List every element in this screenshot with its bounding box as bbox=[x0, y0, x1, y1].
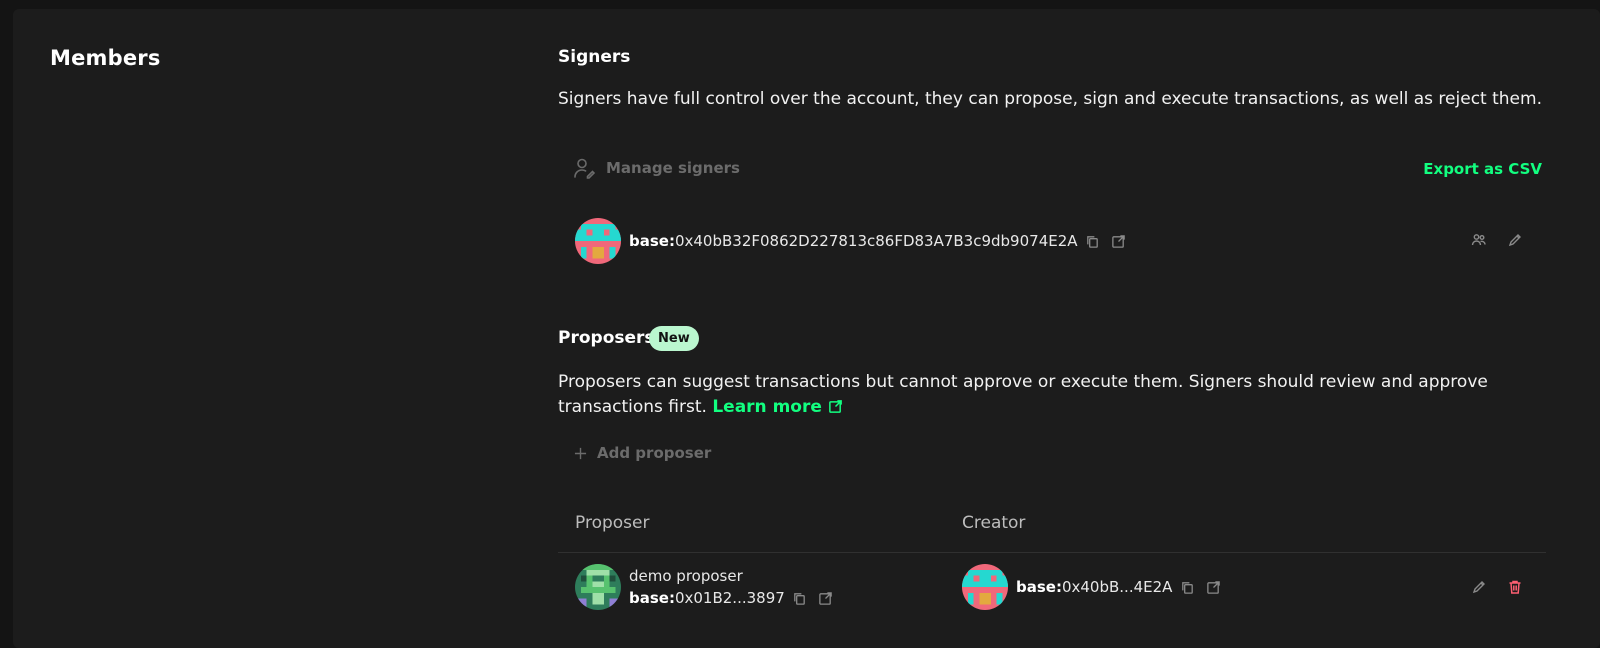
export-csv-link[interactable]: Export as CSV bbox=[1423, 160, 1542, 178]
learn-more-label: Learn more bbox=[712, 397, 822, 417]
creator-address: base:0x40bB...4E2A bbox=[1016, 578, 1172, 596]
column-header-proposer: Proposer bbox=[575, 513, 650, 533]
creator-address-value: 0x40bB...4E2A bbox=[1061, 578, 1173, 596]
edit-icon[interactable] bbox=[1470, 578, 1488, 596]
avatar bbox=[962, 564, 1008, 610]
signer-row: base:0x40bB32F0862D227813c86FD83A7B3c9db… bbox=[575, 218, 1128, 264]
proposer-chain: base: bbox=[629, 589, 675, 607]
edit-icon[interactable] bbox=[1506, 231, 1524, 249]
signer-chain: base: bbox=[629, 232, 675, 250]
copy-icon[interactable] bbox=[1084, 232, 1102, 250]
trash-icon[interactable] bbox=[1506, 578, 1524, 596]
manage-signers-button[interactable]: Manage signers bbox=[572, 156, 740, 180]
divider bbox=[558, 552, 1546, 553]
members-title: Members bbox=[50, 46, 161, 70]
copy-icon[interactable] bbox=[791, 589, 809, 607]
new-badge: New bbox=[649, 326, 699, 351]
proposers-description: Proposers can suggest transactions but c… bbox=[558, 372, 1488, 417]
avatar bbox=[575, 564, 621, 610]
table-row: demo proposer base:0x01B2...3897 bbox=[575, 564, 835, 610]
signers-title: Signers bbox=[558, 47, 631, 67]
plus-icon bbox=[573, 446, 587, 460]
signer-address-value: 0x40bB32F0862D227813c86FD83A7B3c9db9074E… bbox=[674, 232, 1078, 250]
avatar bbox=[575, 218, 621, 264]
external-link-icon bbox=[828, 400, 842, 413]
signers-icon[interactable] bbox=[1470, 231, 1488, 249]
column-header-creator: Creator bbox=[962, 513, 1026, 533]
creator-cell: base:0x40bB...4E2A bbox=[962, 564, 1222, 610]
add-proposer-label: Add proposer bbox=[597, 444, 712, 462]
creator-chain: base: bbox=[1016, 578, 1062, 596]
external-link-icon[interactable] bbox=[1110, 232, 1128, 250]
add-proposer-button[interactable]: Add proposer bbox=[573, 444, 711, 462]
signers-description: Signers have full control over the accou… bbox=[558, 89, 1542, 109]
members-card: Members Signers Signers have full contro… bbox=[13, 9, 1600, 648]
external-link-icon[interactable] bbox=[1204, 578, 1222, 596]
user-edit-icon bbox=[572, 156, 596, 180]
proposers-title: Proposers bbox=[558, 328, 655, 348]
signer-address: base:0x40bB32F0862D227813c86FD83A7B3c9db… bbox=[629, 232, 1078, 250]
proposer-address: base:0x01B2...3897 bbox=[629, 589, 785, 607]
proposer-name: demo proposer bbox=[629, 567, 743, 585]
manage-signers-label: Manage signers bbox=[606, 159, 740, 177]
proposer-address-value: 0x01B2...3897 bbox=[674, 589, 785, 607]
learn-more-link[interactable]: Learn more bbox=[712, 397, 842, 417]
proposers-description-block: Proposers can suggest transactions but c… bbox=[558, 370, 1548, 420]
external-link-icon[interactable] bbox=[817, 589, 835, 607]
copy-icon[interactable] bbox=[1178, 578, 1196, 596]
